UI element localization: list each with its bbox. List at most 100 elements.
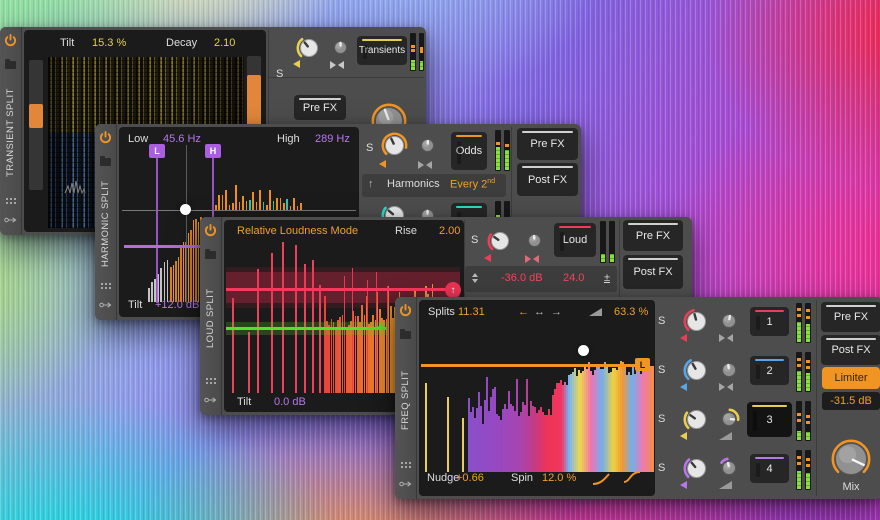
plus-minus-toggle[interactable]: ±: [604, 272, 610, 284]
mod-source-icon[interactable]: [293, 60, 300, 68]
tilt-value[interactable]: 15.3 %: [92, 37, 126, 49]
harmonics-value[interactable]: Every 2nd: [450, 178, 495, 191]
preset-folder-icon[interactable]: [400, 331, 411, 339]
ratio-value[interactable]: 24.0: [563, 272, 584, 284]
mod-source-icon-3[interactable]: [680, 432, 687, 440]
pan-knob[interactable]: [524, 230, 545, 256]
power-icon[interactable]: [4, 34, 17, 52]
device-header-strip[interactable]: TRANSIENT SPLIT: [0, 27, 22, 235]
power-icon[interactable]: [99, 131, 112, 149]
crossfade-icon-2[interactable]: [719, 383, 733, 392]
device-header-strip[interactable]: HARMONIC SPLIT: [95, 124, 117, 320]
nudge-value[interactable]: +0.66: [456, 472, 484, 484]
low-tag[interactable]: L: [149, 144, 165, 158]
freq-handle[interactable]: [578, 345, 589, 356]
band2-pan-knob[interactable]: [718, 359, 740, 386]
band4-pan-knob[interactable]: [718, 457, 740, 484]
loud-handle[interactable]: ↑: [445, 282, 461, 298]
limiter-button[interactable]: Limiter: [822, 367, 880, 389]
mapping-icon[interactable]: [204, 391, 217, 409]
mod-source-icon-1[interactable]: [680, 334, 687, 342]
solo-label[interactable]: S: [471, 234, 478, 246]
spread-arrow[interactable]: ↔: [534, 306, 545, 318]
band-1-button[interactable]: 1: [750, 307, 789, 336]
pan-knob[interactable]: [417, 135, 438, 161]
quiet-handle[interactable]: +: [376, 319, 385, 336]
mix-knob[interactable]: [831, 439, 871, 484]
band-transients-button[interactable]: Transients: [357, 36, 407, 65]
band-2-button[interactable]: 2: [750, 356, 789, 385]
solo-label-3[interactable]: S: [658, 413, 665, 425]
drag-handle-icon[interactable]: [400, 461, 411, 468]
mapping-icon[interactable]: [399, 475, 412, 493]
spin-value[interactable]: 12.0 %: [542, 472, 576, 484]
slope-value[interactable]: 63.3 %: [614, 306, 648, 318]
crossfade-icon[interactable]: [525, 255, 539, 264]
band2-gain-knob[interactable]: [683, 357, 710, 389]
ramp-icon-4[interactable]: [719, 481, 732, 489]
drag-handle-icon[interactable]: [5, 197, 16, 204]
solo-label-4[interactable]: S: [658, 462, 665, 474]
band-4-button[interactable]: 4: [750, 454, 789, 483]
solo-label[interactable]: S: [366, 142, 373, 154]
mod-source-icon[interactable]: [484, 254, 491, 262]
harmonics-row[interactable]: ↑ Harmonics Every 2nd: [362, 174, 506, 197]
pre-fx-button[interactable]: Pre FX: [294, 95, 346, 120]
solo-label-2[interactable]: S: [658, 364, 665, 376]
preset-folder-icon[interactable]: [5, 61, 16, 69]
power-icon[interactable]: [399, 304, 412, 322]
loud-threshold-line[interactable]: [226, 288, 458, 291]
band4-gain-knob[interactable]: [683, 455, 710, 487]
solo-label-1[interactable]: S: [658, 315, 665, 327]
limit-tag[interactable]: L: [635, 358, 650, 371]
limiter-threshold[interactable]: -31.5 dB: [822, 392, 880, 410]
sensitivity-slider[interactable]: [29, 60, 43, 190]
band1-gain-knob[interactable]: [683, 308, 710, 340]
device-header-strip[interactable]: FREQ SPLIT: [395, 297, 417, 499]
ramp-icon-3[interactable]: [719, 432, 732, 440]
pan-knob[interactable]: [330, 37, 351, 63]
band1-pan-knob[interactable]: [718, 310, 740, 337]
crossfade-icon-1[interactable]: [719, 334, 733, 343]
shift-left-arrow[interactable]: ←: [518, 306, 529, 318]
high-tag[interactable]: H: [205, 144, 221, 158]
preset-folder-icon[interactable]: [205, 251, 216, 259]
quiet-threshold-line[interactable]: [226, 327, 386, 330]
stepper-icon[interactable]: [472, 273, 478, 283]
curve-icon-1[interactable]: [592, 472, 610, 490]
post-fx-button[interactable]: Post FX: [517, 163, 578, 196]
pre-fx-button[interactable]: Pre FX: [517, 128, 578, 160]
rise-value[interactable]: 2.00: [439, 225, 460, 237]
solo-label[interactable]: S: [276, 68, 283, 80]
mode-label[interactable]: Relative Loudness Mode: [237, 225, 358, 237]
preset-folder-icon[interactable]: [100, 158, 111, 166]
low-value[interactable]: 45.6 Hz: [163, 133, 201, 145]
splits-value[interactable]: 11.31: [458, 306, 485, 318]
mod-source-icon-4[interactable]: [680, 481, 687, 489]
slider-handle[interactable]: [29, 104, 43, 128]
slope-icon[interactable]: [589, 308, 602, 316]
threshold-value[interactable]: -36.0 dB: [501, 272, 543, 284]
freq-display[interactable]: Splits 11.31 ← ↔ → 63.3 % L Nudge +0.66 …: [419, 300, 655, 496]
pre-fx-button[interactable]: Pre FX: [623, 220, 683, 251]
crosshair-handle[interactable]: [180, 204, 191, 215]
band-odds-button[interactable]: Odds: [451, 132, 487, 170]
mapping-icon[interactable]: [99, 296, 112, 314]
device-header-strip[interactable]: LOUD SPLIT: [200, 217, 222, 415]
mapping-icon[interactable]: [4, 211, 17, 229]
pre-fx-button[interactable]: Pre FX: [821, 302, 880, 332]
low-split-line[interactable]: [156, 158, 158, 303]
mod-source-icon-2[interactable]: [680, 383, 687, 391]
drag-handle-icon[interactable]: [205, 377, 216, 384]
drag-handle-icon[interactable]: [100, 282, 111, 289]
limit-line[interactable]: [421, 364, 647, 367]
decay-value[interactable]: 2.10: [214, 37, 235, 49]
post-fx-button[interactable]: Post FX: [821, 335, 880, 365]
crossfade-icon[interactable]: [330, 61, 344, 70]
post-fx-button[interactable]: Post FX: [623, 255, 683, 289]
power-icon[interactable]: [204, 224, 217, 242]
sort-arrow[interactable]: ↑: [368, 178, 374, 190]
tilt-value[interactable]: 0.0 dB: [274, 396, 306, 408]
band3-pan-knob[interactable]: [718, 408, 740, 435]
band-3-button[interactable]: 3: [747, 402, 792, 437]
